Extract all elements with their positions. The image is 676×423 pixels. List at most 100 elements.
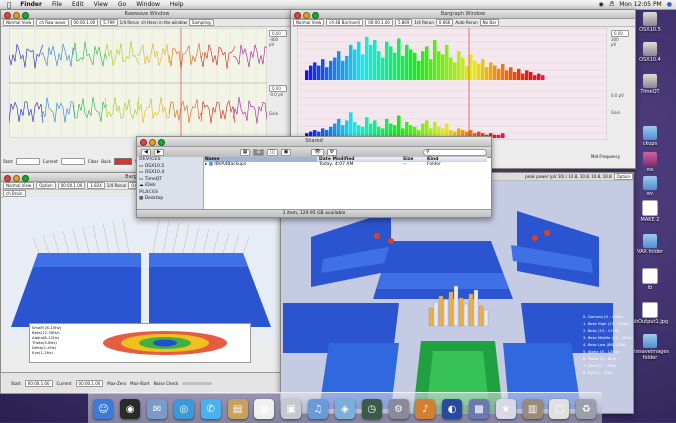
zoom-icon[interactable] [22, 11, 29, 19]
channel-select[interactable]: ch Raw wave [36, 19, 69, 26]
icon-view-button[interactable]: ▦ [239, 148, 251, 156]
guitar-icon[interactable]: ♪ [415, 399, 436, 419]
channel-select[interactable]: ch Brain [3, 190, 26, 197]
trash-icon[interactable]: ♻ [576, 399, 597, 419]
quicklook-button[interactable]: 👁 [311, 148, 324, 156]
addressbook-icon[interactable]: ▤ [227, 399, 248, 419]
finder-titlebar[interactable]: Shared [137, 137, 491, 147]
option-button[interactable]: Option [613, 173, 633, 180]
spotlight-icon[interactable]: ● [667, 1, 672, 8]
left-3d-view[interactable] [3, 197, 279, 341]
wifi-icon[interactable]: ◉ [599, 1, 604, 8]
clear-checkbox[interactable]: Clear [88, 159, 98, 164]
finder-icon[interactable]: ☺ [93, 399, 114, 419]
window-checkbox[interactable]: ch Hann in the window [141, 20, 187, 25]
scale-top-field[interactable]: 0.00 [611, 30, 629, 37]
sysprefs-icon[interactable]: ⚙ [388, 399, 409, 419]
close-icon[interactable] [4, 174, 11, 182]
mail-icon[interactable]: ✉ [147, 399, 168, 419]
zoom-icon[interactable] [312, 11, 319, 19]
preview-icon[interactable]: ▣ [281, 399, 302, 419]
desktop-icon-ea[interactable]: ea [630, 152, 670, 173]
menu-edit[interactable]: Edit [67, 1, 89, 8]
current-field[interactable] [60, 157, 85, 165]
list-view-button[interactable]: ☰ [253, 148, 264, 156]
minimize-icon[interactable] [303, 11, 310, 19]
column-view-button[interactable]: ◫ [266, 148, 278, 156]
bar-select[interactable]: No Bar [479, 19, 500, 26]
close-icon[interactable] [140, 138, 147, 146]
menu-finder[interactable]: Finder [15, 1, 47, 8]
timemachine-icon[interactable]: ◷ [361, 399, 382, 419]
app-icon[interactable]: ◐ [442, 399, 463, 419]
desktop-icon-laboutput[interactable]: abOutput1.jpg [630, 302, 670, 325]
current-field[interactable]: 00:00.1.00 [75, 379, 104, 387]
desktop-icon-make2[interactable]: MAKE 2 [630, 200, 670, 223]
rawwave-plot[interactable] [9, 28, 267, 138]
disclosure-triangle-icon[interactable]: ▸ [205, 162, 207, 167]
bargraph-titlebar[interactable]: Bargraph Window [291, 10, 635, 19]
sampling-button[interactable]: Sampling [188, 19, 214, 26]
desktop-icon-ev[interactable]: ev [630, 176, 670, 197]
value-field[interactable]: 5.869 [394, 19, 413, 26]
dashboard-icon[interactable]: ◉ [120, 399, 141, 419]
star-icon[interactable]: ★ [495, 399, 516, 419]
minimize-icon[interactable] [13, 174, 20, 182]
minimize-icon[interactable] [13, 11, 20, 19]
spaces-icon[interactable]: ▩ [469, 399, 489, 419]
noise-slider[interactable] [182, 381, 213, 385]
menu-go[interactable]: Go [113, 1, 131, 8]
menubar-clock[interactable]: Mon 12:05 PM [619, 1, 662, 8]
close-icon[interactable] [4, 11, 11, 19]
iphoto-icon[interactable]: ◈ [334, 399, 355, 419]
back-button[interactable]: ◀ [141, 148, 151, 156]
sidebar-item-desktop[interactable]: ▩ Desktop [139, 196, 203, 203]
desktop-icon-ib[interactable]: ib [630, 268, 670, 291]
desktop-icon-vax-folder[interactable]: VAX folder [630, 234, 670, 255]
spectrum-plot[interactable] [297, 28, 607, 140]
ichat-icon[interactable]: ✆ [200, 399, 221, 419]
value-field[interactable]: 5.799 [100, 19, 118, 26]
menu-file[interactable]: File [47, 1, 67, 8]
value-field[interactable]: 1.824 [87, 182, 105, 189]
scale-bottom-field[interactable]: 0.00 [269, 85, 287, 92]
start-field[interactable] [15, 157, 40, 165]
color-swatch[interactable] [114, 157, 132, 165]
minimize-icon[interactable] [149, 138, 156, 146]
scale-top-field[interactable]: 0.00 [269, 30, 287, 37]
desktop-icon-osx105[interactable]: OSX10.5 [630, 12, 670, 33]
view-select[interactable]: Normal View [293, 19, 325, 26]
menu-help[interactable]: Help [165, 1, 189, 8]
desktop-icon-timeqt[interactable]: TimeQT [630, 74, 670, 95]
view-select[interactable]: Normal View [3, 182, 35, 189]
desktop-icon-osx104[interactable]: OSX10.4 [630, 42, 670, 63]
ical-icon[interactable]: ▦ [254, 399, 275, 419]
close-icon[interactable] [294, 11, 301, 19]
forward-button[interactable]: ▶ [153, 148, 164, 156]
zoom-icon[interactable] [22, 174, 29, 182]
time-field[interactable]: 00:00.1.00 [57, 182, 86, 189]
coverflow-view-button[interactable]: ▣ [280, 148, 292, 156]
menu-window[interactable]: Window [131, 1, 165, 8]
itunes-icon[interactable]: ♫ [308, 399, 329, 419]
channel-select[interactable]: ch 48 Bar(nonl) [326, 19, 364, 26]
rate-field[interactable]: 0.666 [435, 19, 454, 26]
time-field[interactable]: 00:00.1.00 [365, 19, 393, 26]
apple-menu-icon[interactable]:  [0, 1, 15, 9]
desktop-icon-backups[interactable]: ckups [630, 126, 670, 147]
start-field[interactable]: 00:00.1.00 [24, 379, 53, 387]
volume-icon[interactable]: ♬ [609, 1, 614, 8]
safari-icon[interactable]: ◎ [173, 399, 194, 419]
time-field[interactable]: 00:00.1.00 [70, 19, 99, 26]
rawwave-titlebar[interactable]: Rawwave Window [1, 10, 293, 19]
docs-icon[interactable]: ▢ [549, 399, 570, 419]
desktop-icon-utesaveimages[interactable]: utesaveimages folder [630, 334, 670, 361]
zoom-icon[interactable] [158, 138, 165, 146]
table-row[interactable]: ▸ ■ IBVA4Backups Today, 4:07 AM -- Folde… [203, 162, 487, 167]
option-button[interactable]: Option [36, 182, 56, 189]
view-select[interactable]: Normal View [3, 19, 35, 26]
stacks-icon[interactable]: ▥ [522, 399, 543, 419]
action-button[interactable]: ⚙ [326, 148, 338, 156]
menu-view[interactable]: View [89, 1, 113, 8]
auto-rerun-checkbox[interactable]: Auto Rerun [455, 20, 477, 25]
